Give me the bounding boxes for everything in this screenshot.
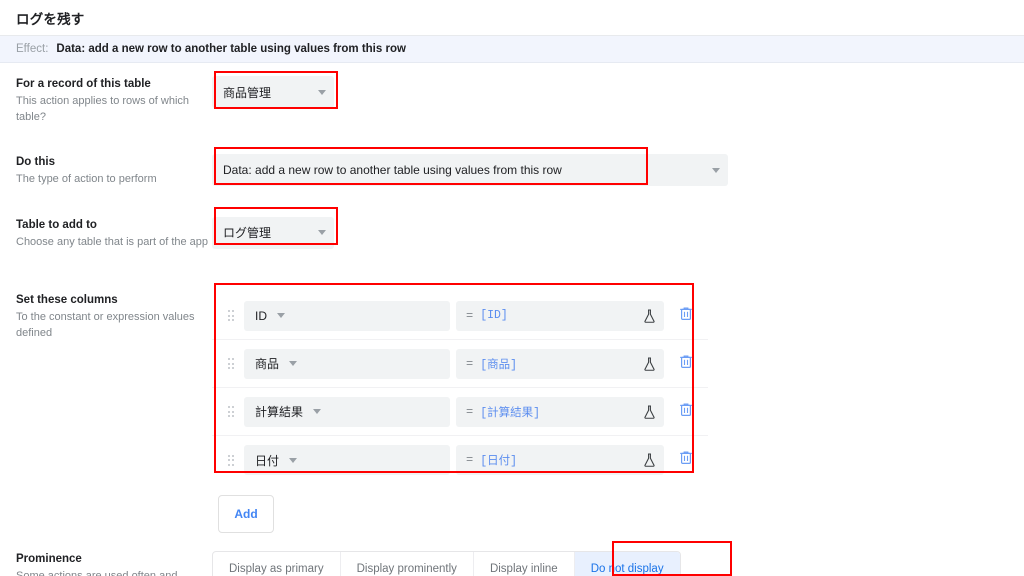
chevron-down-icon xyxy=(313,409,322,414)
table-to-add-label-col: Table to add to Choose any table that is… xyxy=(16,217,212,251)
do-this-label-col: Do this The type of action to perform xyxy=(16,154,212,188)
set-columns-label: Set these columns xyxy=(16,294,118,306)
set-columns-control: ID = [ID] 商品 = [商品] 計算結果 = [計算結果] 日付 = [日付] Add xyxy=(212,292,708,533)
row-drag-handle[interactable] xyxy=(220,406,242,417)
column-select-value: ID xyxy=(255,308,267,323)
prominence-option-3[interactable]: Display inline xyxy=(474,552,575,576)
column-select[interactable]: 日付 xyxy=(244,445,450,475)
prominence-label-col: Prominence Some actions are used often a… xyxy=(16,551,212,576)
table-to-add-sublabel: Choose any table that is part of the app xyxy=(16,235,209,248)
column-select[interactable]: 計算結果 xyxy=(244,396,450,427)
formula-flask-icon[interactable] xyxy=(643,356,656,371)
prominence-option-1[interactable]: Display as primary xyxy=(213,552,341,576)
chevron-down-icon xyxy=(318,89,326,95)
record-table-select[interactable]: 商品管理 xyxy=(212,76,334,108)
do-this-control: Data: add a new row to another table usi… xyxy=(212,154,728,186)
record-table-control: 商品管理 xyxy=(212,76,334,108)
effect-value: Data: add a new row to another table usi… xyxy=(56,43,406,55)
field-do-this: Do this The type of action to perform Da… xyxy=(0,154,1024,188)
record-table-label-col: For a record of this table This action a… xyxy=(16,76,212,125)
formula-flask-icon[interactable] xyxy=(643,404,656,419)
chevron-down-icon xyxy=(289,457,298,463)
table-to-add-select[interactable]: ログ管理 xyxy=(212,216,334,249)
do-this-label: Do this xyxy=(16,156,55,168)
delete-buttons-column xyxy=(664,292,708,484)
record-table-sublabel: This action applies to rows of which tab… xyxy=(16,95,190,123)
set-columns-label-col: Set these columns To the constant or exp… xyxy=(16,292,212,341)
drag-handle-icon[interactable] xyxy=(227,358,235,369)
expression-field[interactable]: = [日付] xyxy=(456,445,664,475)
prominence-option-4[interactable]: Do not display xyxy=(574,552,680,576)
set-columns-sublabel: To the constant or expression values def… xyxy=(16,311,195,339)
delete-row-icon[interactable] xyxy=(679,402,693,422)
formula-flask-icon[interactable] xyxy=(643,453,656,467)
effect-banner: Effect: Data: add a new row to another t… xyxy=(0,36,1024,63)
table-row: 日付 = [日付] xyxy=(212,436,664,484)
row-drag-handle[interactable] xyxy=(220,454,242,466)
do-this-value: Data: add a new row to another table usi… xyxy=(223,163,562,177)
expression-field[interactable]: = [ID] xyxy=(456,300,664,331)
table-to-add-label: Table to add to xyxy=(16,218,97,231)
equals-sign: = xyxy=(466,404,474,419)
row-drag-handle[interactable] xyxy=(220,310,242,321)
field-record-table: For a record of this table This action a… xyxy=(0,76,1024,125)
chevron-down-icon xyxy=(277,313,285,318)
formula-flask-icon[interactable] xyxy=(643,308,656,323)
record-table-label: For a record of this table xyxy=(16,78,151,90)
field-prominence: Prominence Some actions are used often a… xyxy=(0,551,1024,576)
column-select[interactable]: 商品 xyxy=(244,348,450,379)
table-to-add-value: ログ管理 xyxy=(223,226,272,240)
table-row: 商品 = [商品] xyxy=(212,340,664,388)
expression-field[interactable]: = [計算結果] xyxy=(456,396,664,427)
drag-handle-icon[interactable] xyxy=(227,310,235,321)
panel-title-bar: ログを残す xyxy=(0,0,1024,36)
row-drag-handle[interactable] xyxy=(220,358,242,369)
expression-value: [ID] xyxy=(480,309,508,322)
delete-row-icon[interactable] xyxy=(679,354,693,374)
prominence-control: Display as primary Display prominently Dis… xyxy=(212,551,681,576)
delete-row-icon[interactable] xyxy=(679,450,693,470)
column-select-value: 商品 xyxy=(255,357,280,371)
column-select-value: 計算結果 xyxy=(255,405,304,419)
do-this-select[interactable]: Data: add a new row to another table usi… xyxy=(212,154,728,186)
expression-value: [商品] xyxy=(480,358,518,372)
prominence-segmented-control: Display as primary Display prominently Dis… xyxy=(212,551,681,576)
field-table-to-add: Table to add to Choose any table that is… xyxy=(0,216,1024,251)
prominence-label: Prominence xyxy=(16,553,82,565)
delete-row-icon[interactable] xyxy=(679,306,693,326)
drag-handle-icon[interactable] xyxy=(227,454,235,466)
prominence-sublabel: Some actions are used often and xyxy=(16,570,178,576)
chevron-down-icon xyxy=(712,167,720,173)
record-table-value: 商品管理 xyxy=(223,85,272,100)
equals-sign: = xyxy=(466,356,474,371)
equals-sign: = xyxy=(466,453,474,467)
delete-row-button[interactable] xyxy=(664,292,708,340)
effect-label: Effect: xyxy=(16,43,49,55)
column-select[interactable]: ID xyxy=(244,300,450,331)
prominence-option-2[interactable]: Display prominently xyxy=(341,552,474,576)
drag-handle-icon[interactable] xyxy=(227,406,235,417)
action-config-panel: ログを残す Effect: Data: add a new row to ano… xyxy=(0,0,1024,576)
delete-row-button[interactable] xyxy=(664,436,708,484)
table-row: 計算結果 = [計算結果] xyxy=(212,388,664,436)
delete-row-button[interactable] xyxy=(664,340,708,388)
delete-row-button[interactable] xyxy=(664,388,708,436)
expression-field[interactable]: = [商品] xyxy=(456,348,664,379)
column-select-value: 日付 xyxy=(255,453,280,468)
chevron-down-icon xyxy=(289,361,298,366)
field-set-columns: Set these columns To the constant or exp… xyxy=(0,292,1024,533)
table-row: ID = [ID] xyxy=(212,292,664,340)
page-title: ログを残す xyxy=(16,11,85,27)
add-column-button[interactable]: Add xyxy=(218,495,274,533)
do-this-sublabel: The type of action to perform xyxy=(16,173,157,185)
chevron-down-icon xyxy=(318,230,326,235)
expression-value: [日付] xyxy=(480,455,518,468)
equals-sign: = xyxy=(466,308,474,323)
column-rows-list: ID = [ID] 商品 = [商品] 計算結果 = [計算結果] 日付 = [日付] xyxy=(212,292,664,484)
table-to-add-control: ログ管理 xyxy=(212,216,334,249)
expression-value: [計算結果] xyxy=(480,406,541,420)
